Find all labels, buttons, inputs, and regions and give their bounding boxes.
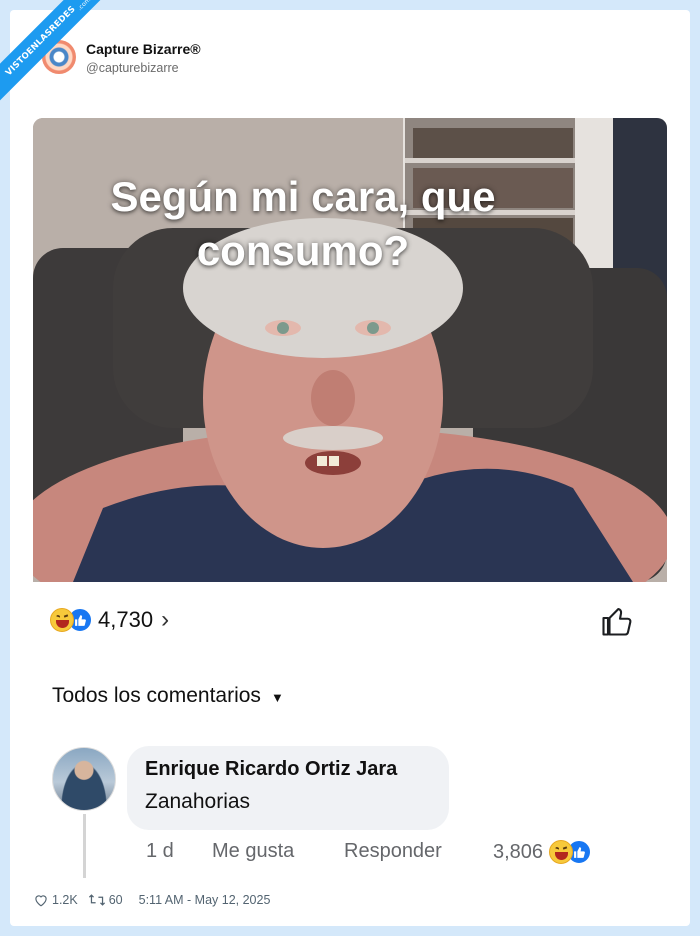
like-count: 1.2K: [52, 893, 78, 907]
reactions-summary[interactable]: 4,730 ›: [50, 605, 169, 635]
account-name[interactable]: Capture Bizarre®: [86, 41, 201, 57]
commenter-avatar[interactable]: [52, 747, 116, 811]
post-photo: Según mi cara, que consumo?: [33, 118, 667, 582]
commenter-name[interactable]: Enrique Ricardo Ortiz Jara: [145, 758, 397, 781]
like-button[interactable]: [599, 603, 635, 639]
comments-filter-dropdown[interactable]: Todos los comentarios ▼: [52, 684, 284, 708]
account-handle[interactable]: @capturebizarre: [86, 61, 179, 75]
haha-emoji-icon: [549, 840, 574, 864]
comment-reactions[interactable]: 3,806: [493, 840, 592, 864]
retweet-count: 60: [108, 893, 123, 907]
tweet-footer: 1.2K 60 5:11 AM - May 12, 2025: [33, 893, 274, 907]
chevron-right-icon: ›: [161, 606, 170, 633]
retweet-icon[interactable]: [88, 893, 106, 907]
comment-time[interactable]: 1 d: [146, 840, 174, 863]
comment-like-button[interactable]: Me gusta: [212, 840, 294, 863]
photo-caption: Según mi cara, que consumo?: [110, 173, 496, 274]
thread-line: [83, 814, 86, 878]
comment-text: Zanahorias: [145, 790, 251, 813]
haha-emoji-icon: [50, 608, 74, 632]
watermark-sub: .com: [75, 0, 92, 12]
heart-icon[interactable]: [33, 893, 49, 907]
tweet-timestamp[interactable]: 5:11 AM - May 12, 2025: [139, 893, 271, 907]
thumbs-up-icon: [602, 607, 632, 636]
comment-bubble: Enrique Ricardo Ortiz Jara Zanahorias: [127, 746, 449, 830]
reaction-count: 4,730: [98, 607, 154, 632]
comments-filter-label: Todos los comentarios: [52, 684, 261, 707]
chevron-down-icon: ▼: [270, 689, 284, 705]
facebook-screenshot: Según mi cara, que consumo? 4,730 › Todo…: [33, 118, 667, 892]
comment-reply-button[interactable]: Responder: [344, 840, 442, 863]
comment-reaction-count: 3,806: [493, 840, 544, 863]
